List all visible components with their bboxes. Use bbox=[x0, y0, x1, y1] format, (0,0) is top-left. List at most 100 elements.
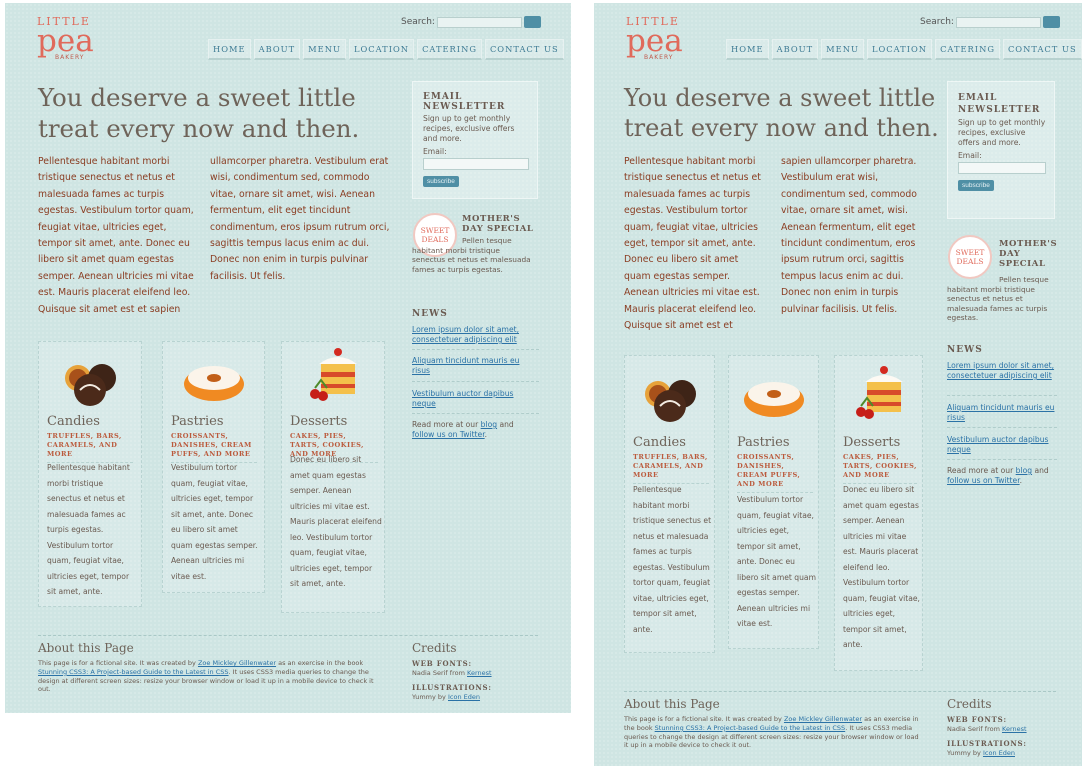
special-title: MOTHER'S DAY SPECIAL bbox=[462, 214, 534, 234]
product-card-candies[interactable]: Candies TRUFFLES, BARS, CARAMELS, AND MO… bbox=[38, 341, 142, 607]
news-link-2[interactable]: Aliquam tincidunt mauris eu risus bbox=[412, 356, 532, 376]
news-divider bbox=[412, 381, 539, 382]
special-text: Pellen tesque habitant morbi tristique s… bbox=[947, 275, 1049, 322]
newsletter-email-input[interactable] bbox=[423, 158, 529, 170]
book-link[interactable]: Stunning CSS3: A Project-based Guide to … bbox=[655, 724, 846, 732]
credits-title: Credits bbox=[947, 697, 992, 711]
main-nav: HOME ABOUT MENU LOCATION CATERING CONTAC… bbox=[208, 39, 564, 60]
icon-eden-link[interactable]: Icon Eden bbox=[448, 693, 480, 701]
author-link[interactable]: Zoe Mickley Gillenwater bbox=[198, 659, 276, 667]
kernest-link[interactable]: Kernest bbox=[467, 669, 492, 677]
product-card-pastries[interactable]: Pastries CROISSANTS, DANISHES, CREAM PUF… bbox=[728, 355, 819, 649]
twitter-link[interactable]: follow us on Twitter bbox=[412, 430, 485, 439]
screenshot-wide-layout: LITTLE pea BAKERY Search: HOME ABOUT MEN… bbox=[5, 3, 571, 713]
card-body: Vestibulum tortor quam, feugiat vitae, u… bbox=[737, 495, 816, 628]
subscribe-button[interactable]: subscribe bbox=[958, 180, 994, 191]
nav-location[interactable]: LOCATION bbox=[866, 39, 933, 60]
illustrations-text: Yummy by bbox=[412, 693, 446, 701]
about-title: About this Page bbox=[624, 697, 720, 711]
product-card-desserts[interactable]: Desserts CAKES, PIES, TARTS, COOKIES, AN… bbox=[281, 341, 385, 613]
headline-line-1: You deserve a sweet little bbox=[624, 84, 936, 112]
web-fonts-credit: Nadia Serif from Kernest bbox=[412, 669, 492, 677]
sweet-deals-badge: SWEET DEALS bbox=[948, 235, 992, 279]
nav-contact-us[interactable]: CONTACT US bbox=[1002, 39, 1082, 60]
badge-line-1: SWEET bbox=[955, 248, 985, 257]
newsletter-box: EMAIL NEWSLETTER Sign up to get monthly … bbox=[412, 81, 538, 199]
news-heading: NEWS bbox=[412, 309, 448, 319]
news-link-3[interactable]: Vestibulum auctor dapibus neque bbox=[412, 389, 532, 409]
headline-line-1: You deserve a sweet little bbox=[38, 83, 356, 112]
intro-column-1: Pellentesque habitant morbi tristique se… bbox=[624, 156, 761, 332]
period-text: . bbox=[484, 430, 488, 439]
card-subtitle: TRUFFLES, BARS, CARAMELS, AND MORE bbox=[633, 453, 709, 484]
product-card-desserts[interactable]: Desserts CAKES, PIES, TARTS, COOKIES, AN… bbox=[834, 355, 923, 671]
about-text-1: This page is for a fictional site. It wa… bbox=[38, 659, 196, 667]
search-button[interactable] bbox=[523, 16, 541, 28]
site-logo[interactable]: LITTLE pea BAKERY bbox=[37, 15, 107, 61]
web-fonts-label: WEB FONTS: bbox=[947, 715, 1007, 724]
news-divider bbox=[947, 427, 1057, 428]
nav-menu[interactable]: MENU bbox=[303, 39, 346, 60]
subscribe-button[interactable]: subscribe bbox=[423, 176, 459, 187]
nav-contact-us[interactable]: CONTACT US bbox=[484, 39, 564, 60]
nav-location[interactable]: LOCATION bbox=[348, 39, 415, 60]
news-divider bbox=[412, 349, 539, 350]
about-title: About this Page bbox=[38, 641, 134, 655]
badge-line-1: SWEET bbox=[420, 226, 450, 235]
news-link-1[interactable]: Lorem ipsum dolor sit amet, consectetuer… bbox=[947, 361, 1055, 381]
newsletter-email-label: Email: bbox=[958, 151, 982, 160]
news-link-1[interactable]: Lorem ipsum dolor sit amet, consectetuer… bbox=[412, 325, 532, 345]
product-card-pastries[interactable]: Pastries CROISSANTS, DANISHES, CREAM PUF… bbox=[162, 341, 265, 593]
site-logo[interactable]: LITTLE pea BAKERY bbox=[626, 15, 696, 61]
newsletter-email-input[interactable] bbox=[958, 162, 1046, 174]
product-card-candies[interactable]: Candies TRUFFLES, BARS, CARAMELS, AND MO… bbox=[624, 355, 715, 653]
icon-eden-link[interactable]: Icon Eden bbox=[983, 749, 1015, 757]
kernest-link[interactable]: Kernest bbox=[1002, 725, 1027, 733]
about-text-2: as an exercise in the book bbox=[278, 659, 364, 667]
nav-catering[interactable]: CATERING bbox=[935, 39, 1000, 60]
nav-home[interactable]: HOME bbox=[726, 39, 769, 60]
search-input[interactable] bbox=[955, 16, 1041, 28]
search-input[interactable] bbox=[436, 16, 522, 28]
logo-bakery: BAKERY bbox=[55, 54, 85, 61]
intro-column-2: sapien ullamcorper pharetra. Vestibulum … bbox=[781, 156, 917, 315]
news-link-2[interactable]: Aliquam tincidunt mauris eu risus bbox=[947, 403, 1055, 423]
intro-column-2: ullamcorper pharetra. Vestibulum erat wi… bbox=[210, 156, 390, 282]
newsletter-title: EMAIL NEWSLETTER bbox=[423, 92, 506, 112]
nav-catering[interactable]: CATERING bbox=[417, 39, 482, 60]
card-subtitle: CROISSANTS, DANISHES, CREAM PUFFS, AND M… bbox=[171, 432, 257, 463]
twitter-link[interactable]: follow us on Twitter bbox=[947, 476, 1020, 485]
candies-icon bbox=[65, 364, 116, 406]
special-text: Pellen tesque habitant morbi tristique s… bbox=[412, 236, 531, 274]
card-title: Candies bbox=[633, 435, 686, 450]
nav-menu[interactable]: MENU bbox=[821, 39, 864, 60]
illustrations-credit: Yummy by Icon Eden bbox=[947, 749, 1015, 757]
web-fonts-text: Nadia Serif from bbox=[947, 725, 1000, 733]
news-read-more: Read more at our blog and follow us on T… bbox=[947, 466, 1057, 486]
illustrations-text: Yummy by bbox=[947, 749, 981, 757]
web-fonts-credit: Nadia Serif from Kernest bbox=[947, 725, 1027, 733]
newsletter-title: EMAIL NEWSLETTER bbox=[958, 93, 1041, 115]
nav-home[interactable]: HOME bbox=[208, 39, 251, 60]
card-title: Desserts bbox=[843, 435, 901, 450]
book-link[interactable]: Stunning CSS3: A Project-based Guide to … bbox=[38, 668, 229, 676]
read-more-text: Read more at our bbox=[412, 420, 479, 429]
blog-link[interactable]: blog bbox=[1016, 466, 1032, 475]
about-text: This page is for a fictional site. It wa… bbox=[38, 659, 388, 694]
news-link-3[interactable]: Vestibulum auctor dapibus neque bbox=[947, 435, 1055, 455]
desserts-icon bbox=[310, 348, 357, 401]
headline-line-2: treat every now and then. bbox=[624, 114, 939, 142]
illustrations-credit: Yummy by Icon Eden bbox=[412, 693, 480, 701]
card-title: Pastries bbox=[171, 414, 224, 429]
card-title: Pastries bbox=[737, 435, 790, 450]
blog-link[interactable]: blog bbox=[481, 420, 497, 429]
card-title: Desserts bbox=[290, 414, 348, 429]
intro-column-1: Pellentesque habitant morbi tristique se… bbox=[38, 156, 194, 315]
headline-line-2: treat every now and then. bbox=[38, 113, 360, 143]
read-more-text: Read more at our bbox=[947, 466, 1014, 475]
nav-about[interactable]: ABOUT bbox=[253, 39, 301, 60]
logo-pea: pea bbox=[626, 23, 683, 59]
search-button[interactable] bbox=[1042, 16, 1060, 28]
author-link[interactable]: Zoe Mickley Gillenwater bbox=[784, 715, 862, 723]
nav-about[interactable]: ABOUT bbox=[771, 39, 819, 60]
